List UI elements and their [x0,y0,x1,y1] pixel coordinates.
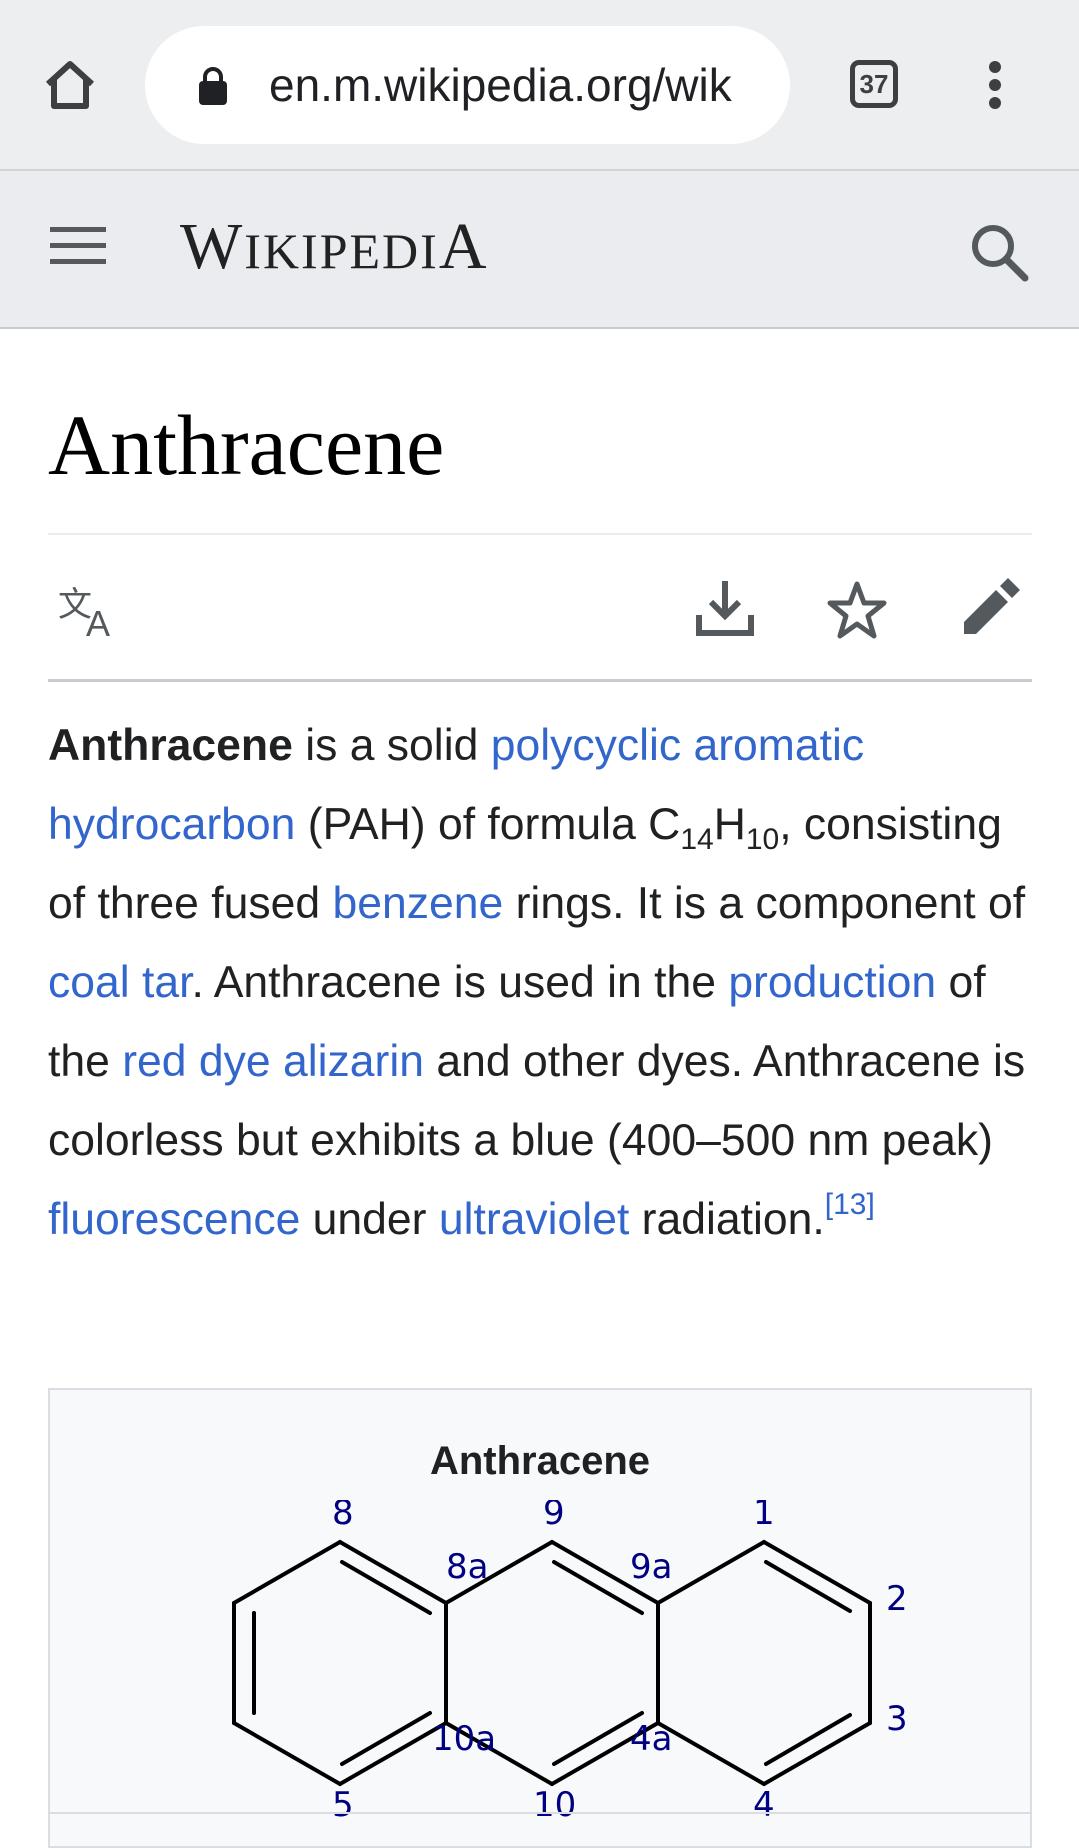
url-text[interactable]: en.m.wikipedia.org/wik [269,52,769,118]
anthracene-structure-diagram[interactable]: 8 9 1 8a 9a 7 2 6 3 10a 4a 5 10 4 [230,1500,950,1820]
wiki-header: WIKIPEDIA [0,169,1079,329]
infobox: Anthracene 8 9 1 8a 9a 2 3 10a 4a 5 10 4 [48,1388,1032,1848]
link-red-dye-alizarin[interactable]: red dye alizarin [122,1037,424,1086]
text-run: . Anthracene is used in the [191,958,729,1007]
subscript: 14 [680,823,714,856]
text-run: H [713,800,746,849]
atom-label-4a: 4a [630,1719,672,1759]
link-coal-tar[interactable]: coal tar [48,958,191,1007]
link-ultraviolet[interactable]: ultraviolet [439,1195,629,1244]
wikipedia-wordmark[interactable]: WIKIPEDIA [180,207,489,287]
home-icon[interactable] [40,54,100,114]
atom-label-2: 2 [886,1579,908,1619]
reference-link[interactable]: [13] [825,1188,875,1221]
text-run: rings. It is a component of [503,879,1026,928]
lock-icon [199,67,227,105]
atom-label-10a: 10a [432,1719,496,1759]
atom-label-8a: 8a [446,1547,488,1587]
infobox-title: Anthracene [429,1439,651,1483]
text-run: (PAH) of formula C [295,800,681,849]
text-run: radiation. [629,1195,825,1244]
atom-label-1: 1 [753,1500,775,1533]
star-icon[interactable] [826,580,888,640]
wordmark-middle: IKIPEDI [244,223,439,279]
edit-icon[interactable] [958,576,1020,638]
bonds [232,1540,872,1786]
atom-label-5: 5 [332,1785,354,1820]
text-run: is a solid [292,721,491,770]
language-icon[interactable]: 文 A [58,582,124,638]
browser-toolbar: en.m.wikipedia.org/wik 37 [0,0,1079,169]
actions-divider [48,679,1032,682]
page-title: Anthracene [48,397,445,493]
address-bar[interactable]: en.m.wikipedia.org/wik [145,26,790,144]
atom-label-3: 3 [886,1699,908,1739]
subscript: 10 [745,823,780,856]
svg-text:A: A [86,603,110,638]
atom-label-9a: 9a [630,1547,672,1587]
infobox-divider [50,1812,1030,1814]
atom-label-10: 10 [533,1785,576,1820]
link-fluorescence[interactable]: fluorescence [48,1195,300,1244]
title-divider [48,533,1032,535]
atom-label-9: 9 [543,1500,565,1533]
atom-label-8: 8 [332,1500,354,1533]
wordmark-initial: W [180,210,245,283]
atom-label-4: 4 [753,1785,775,1820]
download-icon[interactable] [694,577,756,639]
link-production[interactable]: production [728,958,936,1007]
search-icon[interactable] [968,221,1030,283]
bold-term: Anthracene [48,721,293,770]
tab-switcher-button[interactable]: 37 [850,60,898,108]
menu-icon[interactable] [48,221,108,271]
wordmark-final: A [438,210,489,283]
link-benzene[interactable]: benzene [333,879,504,928]
text-run: under [300,1195,439,1244]
more-vert-icon[interactable] [975,55,1015,115]
lead-paragraph: Anthracene is a solid polycyclic aromati… [48,706,1038,1259]
